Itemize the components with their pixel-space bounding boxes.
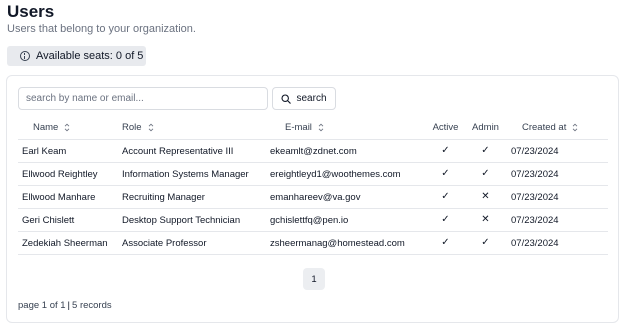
column-header-active: Active xyxy=(424,122,467,133)
admin-cross-icon: ✕ xyxy=(481,215,490,225)
user-created-at: 07/23/2024 xyxy=(511,191,559,203)
user-created-at: 07/23/2024 xyxy=(511,237,559,249)
column-header-admin: Admin xyxy=(467,122,504,133)
column-label: Name xyxy=(33,122,59,133)
table-row[interactable]: Ellwood Reightley Information Systems Ma… xyxy=(18,163,608,186)
admin-check-icon: ✓ xyxy=(481,146,490,156)
user-email: ekeamlt@zdnet.com xyxy=(270,145,357,157)
user-name: Ellwood Reightley xyxy=(22,168,98,180)
user-name: Zedekiah Sheerman xyxy=(22,237,108,249)
user-email: ereightleyd1@woothemes.com xyxy=(270,168,401,180)
column-header-email[interactable]: E-mail xyxy=(270,122,424,133)
table-row[interactable]: Geri Chislett Desktop Support Technician… xyxy=(18,209,608,232)
page-info: page 1 of 1 xyxy=(18,300,66,311)
table-row[interactable]: Earl Keam Account Representative III eke… xyxy=(18,140,608,163)
users-card: search Name Role E-mail Active Admin xyxy=(6,75,619,323)
table-row[interactable]: Ellwood Manhare Recruiting Manager emanh… xyxy=(18,186,608,209)
active-check-icon: ✓ xyxy=(441,192,450,202)
search-button-label: search xyxy=(296,93,327,104)
admin-cross-icon: ✕ xyxy=(481,192,490,202)
active-check-icon: ✓ xyxy=(441,169,450,179)
user-role: Associate Professor xyxy=(122,237,207,249)
user-role: Recruiting Manager xyxy=(122,191,205,203)
available-seats-label: Available seats: 0 of 5 xyxy=(36,50,144,62)
page-title: Users xyxy=(7,2,55,21)
users-table: Name Role E-mail Active Admin Created at xyxy=(18,116,608,255)
user-created-at: 07/23/2024 xyxy=(511,145,559,157)
sort-icon xyxy=(148,123,153,132)
admin-check-icon: ✓ xyxy=(481,238,490,248)
sort-icon xyxy=(573,123,578,132)
sort-icon xyxy=(65,123,70,132)
active-check-icon: ✓ xyxy=(441,238,450,248)
user-created-at: 07/23/2024 xyxy=(511,168,559,180)
user-email: emanhareev@va.gov xyxy=(270,191,361,203)
column-label: Admin xyxy=(472,122,499,133)
column-header-role[interactable]: Role xyxy=(122,122,270,133)
column-label: Created at xyxy=(522,122,567,133)
sort-icon xyxy=(318,123,324,132)
user-created-at: 07/23/2024 xyxy=(511,214,559,226)
separator: | xyxy=(67,300,71,311)
column-label: Active xyxy=(432,122,459,133)
available-seats-badge: Available seats: 0 of 5 xyxy=(7,46,146,66)
column-label: E-mail xyxy=(285,122,312,133)
search-icon xyxy=(281,93,292,104)
user-name: Geri Chislett xyxy=(22,214,75,226)
admin-check-icon: ✓ xyxy=(481,169,490,179)
user-role: Desktop Support Technician xyxy=(122,214,241,226)
info-icon xyxy=(20,51,30,61)
column-header-created-at[interactable]: Created at xyxy=(504,122,608,133)
search-input[interactable] xyxy=(18,87,268,110)
user-role: Account Representative III xyxy=(122,145,234,157)
page-subtitle: Users that belong to your organization. xyxy=(7,23,196,35)
table-row[interactable]: Zedekiah Sheerman Associate Professor zs… xyxy=(18,232,608,255)
user-email: gchislettfq@pen.io xyxy=(270,214,349,226)
active-check-icon: ✓ xyxy=(441,146,450,156)
column-header-name[interactable]: Name xyxy=(18,122,122,133)
table-header: Name Role E-mail Active Admin Created at xyxy=(18,116,608,140)
active-check-icon: ✓ xyxy=(441,215,450,225)
pagination-summary: page 1 of 1 | 5 records xyxy=(18,300,112,311)
column-label: Role xyxy=(122,122,142,133)
user-role: Information Systems Manager xyxy=(122,168,249,180)
records-count: 5 records xyxy=(72,300,112,311)
page-1-button[interactable]: 1 xyxy=(303,268,325,290)
user-name: Ellwood Manhare xyxy=(22,191,96,203)
user-email: zsheermanag@homestead.com xyxy=(270,237,405,249)
user-name: Earl Keam xyxy=(22,145,67,157)
search-button[interactable]: search xyxy=(272,87,336,110)
